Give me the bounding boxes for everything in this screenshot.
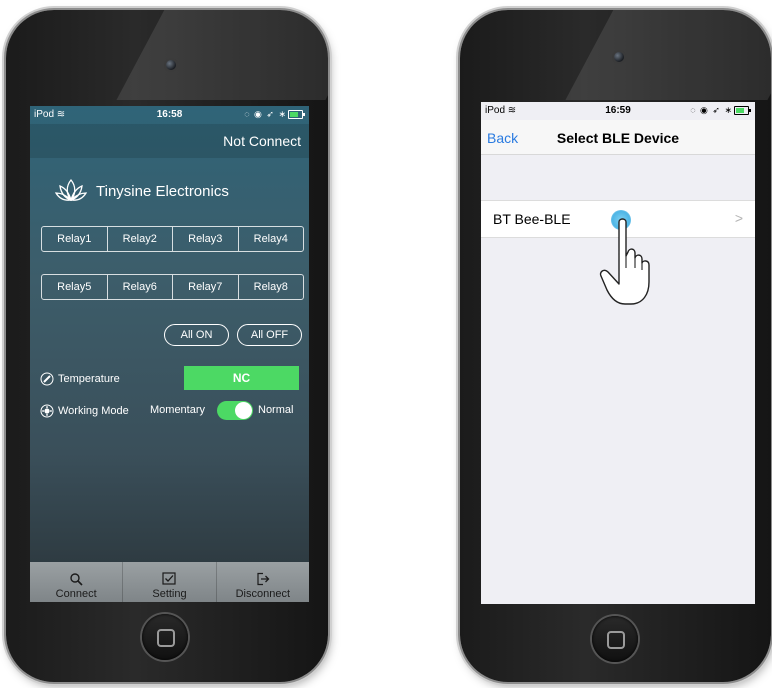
battery-icon: [288, 110, 305, 119]
tab-label: Connect: [55, 588, 97, 600]
mode-momentary-label: Momentary: [150, 404, 206, 416]
relay-button-8[interactable]: Relay8: [237, 275, 304, 299]
thermometer-icon: [40, 372, 54, 386]
working-mode-row: Working Mode: [40, 404, 129, 418]
logout-icon: [257, 572, 270, 586]
relay-button-7[interactable]: Relay7: [172, 275, 238, 299]
tab-disconnect[interactable]: Disconnect: [215, 562, 309, 602]
front-camera: [166, 60, 176, 70]
pointing-hand-icon: [599, 218, 650, 305]
ipod-device-right: iPod ≋ 16:59 ◌ ◉ ➶ ∗ Back Select BLE Dev…: [460, 10, 771, 682]
battery-icon: [734, 106, 751, 115]
nav-bar: Not Connect: [30, 124, 309, 158]
glass-glare: [116, 10, 328, 100]
relay-button-5[interactable]: Relay5: [42, 275, 107, 299]
relay-controller-screen: iPod ≋ 16:58 ◌ ◉ ➶ ∗ Not Connect Tinysin…: [30, 106, 309, 602]
relay-button-2[interactable]: Relay2: [106, 227, 173, 251]
search-icon: [70, 573, 83, 586]
relay-button-1[interactable]: Relay1: [42, 227, 107, 251]
tab-setting[interactable]: Setting: [122, 562, 215, 602]
all-off-button[interactable]: All OFF: [237, 324, 302, 346]
brand-name: Tinysine Electronics: [96, 182, 229, 200]
chevron-right-icon: >: [734, 210, 743, 226]
connection-status[interactable]: Not Connect: [223, 133, 301, 149]
home-button[interactable]: [142, 614, 188, 660]
tab-label: Disconnect: [235, 588, 291, 600]
working-mode-label: Working Mode: [58, 405, 129, 417]
ipod-device-left: iPod ≋ 16:58 ◌ ◉ ➶ ∗ Not Connect Tinysin…: [6, 10, 328, 682]
tab-label: Setting: [152, 588, 187, 600]
tab-connect[interactable]: Connect: [30, 562, 122, 602]
status-icons: ◌ ◉ ➶ ∗: [690, 105, 733, 115]
relay-button-4[interactable]: Relay4: [237, 227, 304, 251]
relay-button-6[interactable]: Relay6: [106, 275, 173, 299]
nav-bar: Back Select BLE Device: [481, 120, 755, 155]
status-icons: ◌ ◉ ➶ ∗: [244, 109, 287, 119]
relay-button-3[interactable]: Relay3: [172, 227, 238, 251]
home-button[interactable]: [592, 616, 638, 662]
checkbox-icon: [162, 572, 177, 585]
temperature-row: Temperature: [40, 372, 120, 386]
toggle-knob: [235, 402, 252, 419]
status-bar: iPod ≋ 16:58 ◌ ◉ ➶ ∗: [30, 106, 309, 124]
gear-icon: [40, 404, 54, 418]
relay-row-1: Relay1 Relay2 Relay3 Relay4: [41, 226, 304, 252]
tab-bar: Connect Setting Disconnect: [30, 562, 309, 602]
front-camera: [614, 52, 624, 62]
status-bar: iPod ≋ 16:59 ◌ ◉ ➶ ∗: [481, 102, 755, 120]
working-mode-toggle[interactable]: [217, 401, 253, 420]
device-name: BT Bee-BLE: [493, 211, 571, 227]
mode-normal-label: Normal: [258, 404, 294, 416]
lotus-logo-icon: [54, 178, 88, 202]
temperature-value: NC: [184, 366, 299, 390]
temperature-label: Temperature: [58, 373, 120, 385]
brand-header: Tinysine Electronics: [54, 176, 229, 206]
page-title: Select BLE Device: [556, 130, 680, 146]
relay-row-2: Relay5 Relay6 Relay7 Relay8: [41, 274, 304, 300]
glass-glare: [565, 10, 771, 100]
ble-device-select-screen: iPod ≋ 16:59 ◌ ◉ ➶ ∗ Back Select BLE Dev…: [481, 102, 755, 604]
all-on-button[interactable]: All ON: [164, 324, 229, 346]
